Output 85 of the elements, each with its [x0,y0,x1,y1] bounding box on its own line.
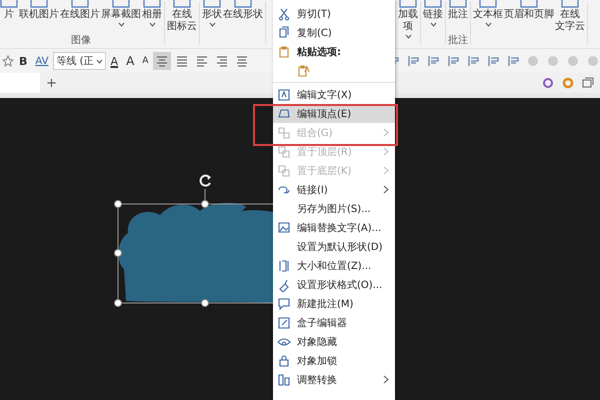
caret-icon [148,22,156,27]
vertex-icon [277,106,291,120]
resize-handle[interactable] [114,200,122,208]
ribbon-button[interactable]: 相册 [142,8,162,22]
ribbon-button[interactable]: 批注 [448,8,468,22]
brush-icon [277,278,291,292]
shrink-font-button[interactable]: A [139,56,152,66]
add-tab-button[interactable]: + [44,76,59,90]
align-icon [195,54,210,68]
arrange-icon[interactable] [426,54,440,68]
font-color-button[interactable]: A [108,54,122,68]
arrange-icon[interactable] [446,54,460,68]
ribbon-button[interactable]: 文本框 [473,8,503,22]
menu-item[interactable]: 设置形状格式(O)... [273,275,395,294]
ribbon-button[interactable]: 片 [4,8,14,22]
arrange-icon[interactable] [466,54,480,68]
group-icon [277,126,291,140]
menu-item[interactable]: 编辑替换文字(A)... [273,218,395,237]
align-icon [155,54,170,68]
align-button[interactable] [153,52,172,70]
window-icon[interactable] [582,77,594,89]
caret-icon [430,22,436,27]
arrange-icon[interactable] [486,54,500,68]
chevron-right-icon [383,166,389,175]
ribbon-button[interactable]: 联机图片 [19,8,59,22]
layers-icon [277,144,291,158]
comment-icon [277,296,291,310]
chevron-right-icon [383,185,389,194]
menu-item[interactable]: 另存为图片(S)... [273,199,395,218]
ribbon-button[interactable]: 加载 项 [398,8,418,34]
menu-item[interactable]: 链接(I) [273,180,395,199]
chevron-right-icon [383,375,389,384]
align-icon [215,54,230,68]
caret-icon [208,22,216,27]
star-icon[interactable] [2,55,14,67]
menu-heading: 粘贴选项: [297,46,342,58]
caret-icon [96,58,103,64]
clipboard-icon [277,44,291,58]
ribbon-button[interactable]: 页眉和页脚 [504,8,554,22]
ribbon-button[interactable]: 形状 [202,8,222,22]
resize-handle[interactable] [114,299,122,307]
character-spacing-button[interactable]: AV [32,56,52,66]
ribbon-button[interactable]: 链接 [423,8,443,22]
caret-icon [484,22,492,27]
menu-item[interactable]: 剪切(T) [273,4,395,23]
menu-item[interactable]: 调整转换 [273,370,395,389]
layers-icon [277,164,291,178]
caret-icon [404,34,412,39]
align-icon [235,54,250,68]
resize-handle[interactable] [114,249,122,257]
resize-handle[interactable] [201,200,209,208]
pencil-icon [277,316,291,330]
menu-item[interactable]: 大小和位置(Z)... [273,256,395,275]
ribbon-button[interactable]: 在线形状 [223,8,263,22]
group-label: 图像 [71,35,91,48]
caret-icon [118,22,124,27]
ribbon-button[interactable]: 在线 图标云 [167,8,197,34]
menu-item[interactable]: 新建批注(M) [273,294,395,313]
copy-icon [277,26,291,40]
menu-item[interactable]: 盒子编辑器 [273,313,395,332]
chevron-right-icon [383,128,389,137]
align-icon [175,54,190,68]
text-box-icon [277,88,291,102]
rotate-handle-icon[interactable] [200,174,211,187]
grow-font-button[interactable]: A [123,54,138,68]
menu-item[interactable]: 对象隐藏 [273,332,395,351]
group-label: 批注 [448,35,468,48]
shape-icon [277,372,291,386]
resize-handle[interactable] [201,299,209,307]
arrange-icon[interactable] [506,54,520,68]
chevron-right-icon [383,147,389,156]
menu-item[interactable]: 设置为默认形状(D) [273,237,395,256]
bold-button[interactable]: B [16,54,30,68]
size-icon [277,258,291,272]
font-field[interactable]: 等线 (正 [53,52,106,70]
ribbon-button[interactable]: 在线图片 [60,8,100,22]
arrange-icon[interactable] [406,54,420,68]
ribbon-button[interactable]: 在线 文字云 [555,8,585,34]
clipboard-icon[interactable] [297,64,311,78]
ribbon-button[interactable]: 屏幕截图 [101,8,141,22]
scissors-icon [277,6,291,20]
menu-item[interactable]: 复制(C) [273,23,395,42]
lock-icon [277,354,291,368]
menu-item[interactable]: 对象加锁 [273,351,395,370]
menu-item[interactable]: 编辑文字(X) [273,85,395,104]
